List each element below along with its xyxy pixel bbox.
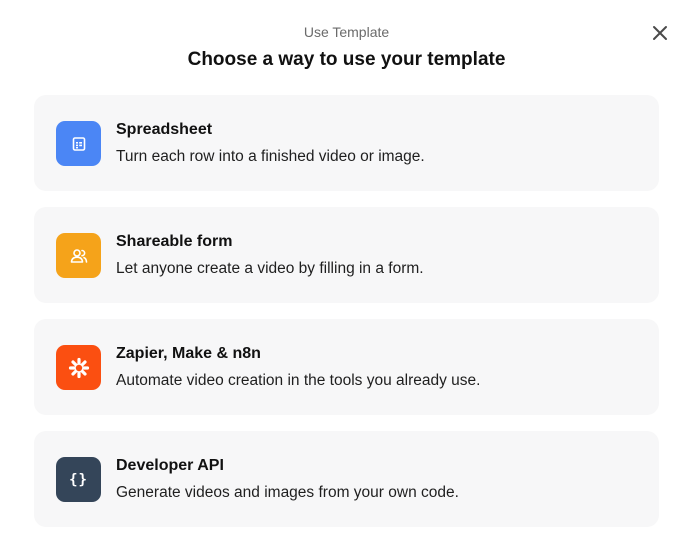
- option-description: Automate video creation in the tools you…: [116, 372, 481, 389]
- option-spreadsheet[interactable]: Spreadsheet Turn each row into a finishe…: [34, 95, 659, 191]
- use-template-modal: Use Template Choose a way to use your te…: [0, 0, 693, 549]
- option-title: Developer API: [116, 457, 224, 474]
- option-title: Shareable form: [116, 233, 233, 250]
- option-description: Turn each row into a finished video or i…: [116, 148, 425, 165]
- form-badge: [56, 233, 101, 278]
- modal-title: Choose a way to use your template: [187, 49, 506, 70]
- asterisk-icon: [68, 357, 89, 378]
- option-description: Generate videos and images from your own…: [116, 484, 459, 501]
- spreadsheet-badge: [56, 121, 101, 166]
- option-description: Let anyone create a video by filling in …: [116, 260, 424, 277]
- option-title: Spreadsheet: [116, 121, 213, 138]
- automation-badge: [56, 345, 101, 390]
- braces-icon: {}: [69, 471, 88, 488]
- option-shareable-form[interactable]: Shareable form Let anyone create a video…: [34, 207, 659, 303]
- options-list: Spreadsheet Turn each row into a finishe…: [34, 95, 659, 543]
- users-icon: [70, 248, 87, 263]
- option-developer-api[interactable]: {} Developer API Generate videos and ima…: [34, 431, 659, 527]
- option-automation[interactable]: Zapier, Make & n8n Automate video creati…: [34, 319, 659, 415]
- close-button[interactable]: [648, 21, 672, 45]
- option-title: Zapier, Make & n8n: [116, 345, 261, 362]
- close-icon: [653, 26, 667, 40]
- modal-subtitle: Use Template: [303, 24, 390, 40]
- spreadsheet-icon: [72, 136, 85, 151]
- api-badge: {}: [56, 457, 101, 502]
